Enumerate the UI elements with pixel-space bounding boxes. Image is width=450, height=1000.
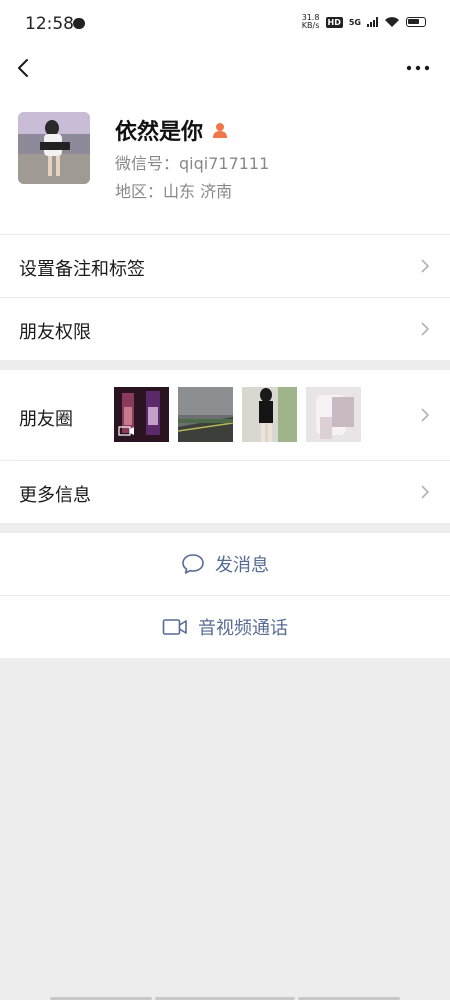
more-info-row[interactable]: 更多信息 (0, 461, 450, 523)
friend-permissions-row[interactable]: 朋友权限 (0, 298, 450, 360)
wifi-icon (385, 17, 399, 27)
hd-icon: HD (325, 16, 343, 28)
signal-icon (367, 17, 378, 27)
status-indicators: 31.8 KB/s HD 5G (302, 14, 426, 30)
moments-thumbnails (114, 387, 361, 442)
more-info-label: 更多信息 (19, 485, 91, 506)
nav-bar (0, 48, 450, 88)
battery-icon (406, 17, 426, 27)
chevron-right-icon (421, 259, 430, 273)
send-message-label: 发消息 (215, 555, 269, 576)
status-time: 12:58 (25, 14, 74, 34)
chat-bubble-icon (182, 554, 204, 574)
nickname-row: 依然是你 (115, 114, 229, 146)
moments-row[interactable]: 朋友圈 (0, 370, 450, 460)
back-icon[interactable] (14, 56, 34, 80)
moments-thumbnail (178, 387, 233, 442)
video-camera-icon (162, 619, 187, 635)
chevron-right-icon (421, 322, 430, 336)
profile-header: 依然是你 微信号：qiqi717111 地区：山东 济南 (0, 88, 450, 234)
wechat-id: 微信号：qiqi717111 (115, 154, 270, 173)
more-options-icon[interactable] (406, 64, 430, 72)
network-speed-unit: KB/s (301, 21, 320, 30)
chevron-right-icon (421, 408, 430, 422)
friend-permissions-label: 朋友权限 (19, 322, 91, 343)
remark-tags-row[interactable]: 设置备注和标签 (0, 235, 450, 297)
send-message-button[interactable]: 发消息 (0, 533, 450, 595)
video-call-button[interactable]: 音视频通话 (0, 596, 450, 658)
moments-thumbnail (242, 387, 297, 442)
message-notification-icon (73, 18, 85, 29)
moments-label: 朋友圈 (19, 409, 73, 430)
network-speed: 31.8 KB/s (302, 14, 320, 30)
network-type: 5G (348, 17, 361, 27)
chevron-right-icon (421, 485, 430, 499)
moments-thumbnail (306, 387, 361, 442)
avatar[interactable] (18, 112, 90, 184)
moments-thumbnail (114, 387, 169, 442)
remark-tags-label: 设置备注和标签 (19, 259, 145, 280)
status-bar: 12:58 31.8 KB/s HD 5G (0, 0, 450, 48)
region: 地区：山东 济南 (115, 182, 233, 201)
nickname: 依然是你 (115, 120, 204, 145)
video-call-label: 音视频通话 (198, 618, 288, 639)
female-icon (213, 123, 228, 138)
